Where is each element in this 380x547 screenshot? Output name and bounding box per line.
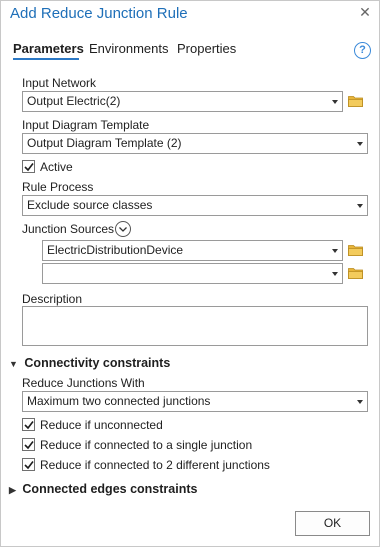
- tab-properties[interactable]: Properties: [177, 41, 236, 56]
- chevron-right-icon: ▶: [9, 485, 16, 495]
- chevron-down-icon: [357, 400, 363, 404]
- rule-process-value: Exclude source classes: [27, 198, 153, 212]
- window-title: Add Reduce Junction Rule: [10, 5, 188, 22]
- connectivity-constraints-header[interactable]: ▼ Connectivity constraints: [9, 356, 170, 370]
- chevron-down-icon: [357, 142, 363, 146]
- connectivity-constraints-title: Connectivity constraints: [24, 356, 171, 370]
- reduce-if-single-junction-label: Reduce if connected to a single junction: [40, 438, 253, 452]
- chevron-down-icon: [332, 100, 338, 104]
- close-icon[interactable]: ✕: [358, 5, 372, 19]
- input-network-label: Input Network: [22, 76, 97, 90]
- junction-source-dropdown-1[interactable]: ElectricDistributionDevice: [42, 240, 343, 261]
- chevron-down-icon: [332, 249, 338, 253]
- expand-junction-sources-button[interactable]: [115, 221, 131, 237]
- junction-sources-label: Junction Sources: [22, 222, 115, 236]
- checkmark-icon: [24, 421, 34, 430]
- input-network-dropdown[interactable]: Output Electric(2): [22, 91, 343, 112]
- reduce-if-two-junctions-checkbox[interactable]: [22, 458, 35, 471]
- input-template-dropdown[interactable]: Output Diagram Template (2): [22, 133, 368, 154]
- reduce-if-unconnected-checkbox[interactable]: [22, 418, 35, 431]
- reduce-if-two-junctions-label: Reduce if connected to 2 different junct…: [40, 458, 270, 472]
- description-textarea[interactable]: [22, 306, 368, 346]
- tab-environments[interactable]: Environments: [89, 41, 168, 56]
- reduce-junctions-with-label: Reduce Junctions With: [22, 376, 145, 390]
- reduce-junctions-with-dropdown[interactable]: Maximum two connected junctions: [22, 391, 368, 412]
- geoprocessing-pane: Add Reduce Junction Rule ✕ Parameters En…: [0, 0, 380, 547]
- chevron-down-icon: [357, 204, 363, 208]
- connected-edges-constraints-header[interactable]: ▶ Connected edges constraints: [9, 482, 197, 496]
- input-template-value: Output Diagram Template (2): [27, 136, 182, 150]
- chevron-down-icon: ▼: [9, 359, 18, 369]
- help-icon[interactable]: ?: [354, 42, 371, 59]
- reduce-if-unconnected-label: Reduce if unconnected: [40, 418, 163, 432]
- checkmark-icon: [24, 441, 34, 450]
- tab-parameters[interactable]: Parameters: [13, 41, 84, 56]
- active-tab-indicator: [13, 58, 79, 60]
- ok-button[interactable]: OK: [295, 511, 370, 536]
- rule-process-dropdown[interactable]: Exclude source classes: [22, 195, 368, 216]
- description-label: Description: [22, 292, 83, 306]
- checkmark-icon: [24, 163, 34, 172]
- chevron-down-icon: [119, 227, 127, 232]
- chevron-down-icon: [332, 272, 338, 276]
- junction-source-dropdown-2[interactable]: [42, 263, 343, 284]
- folder-browse-icon[interactable]: [348, 244, 363, 256]
- active-checkbox[interactable]: [22, 160, 35, 173]
- connected-edges-constraints-title: Connected edges constraints: [22, 482, 198, 496]
- junction-source-value-1: ElectricDistributionDevice: [47, 243, 184, 257]
- reduce-if-single-junction-checkbox[interactable]: [22, 438, 35, 451]
- reduce-junctions-with-value: Maximum two connected junctions: [27, 394, 211, 408]
- active-label: Active: [40, 160, 73, 174]
- folder-browse-icon[interactable]: [348, 267, 363, 279]
- input-template-label: Input Diagram Template: [22, 118, 150, 132]
- input-network-value: Output Electric(2): [27, 94, 121, 108]
- rule-process-label: Rule Process: [22, 180, 94, 194]
- checkmark-icon: [24, 461, 34, 470]
- folder-browse-icon[interactable]: [348, 95, 363, 107]
